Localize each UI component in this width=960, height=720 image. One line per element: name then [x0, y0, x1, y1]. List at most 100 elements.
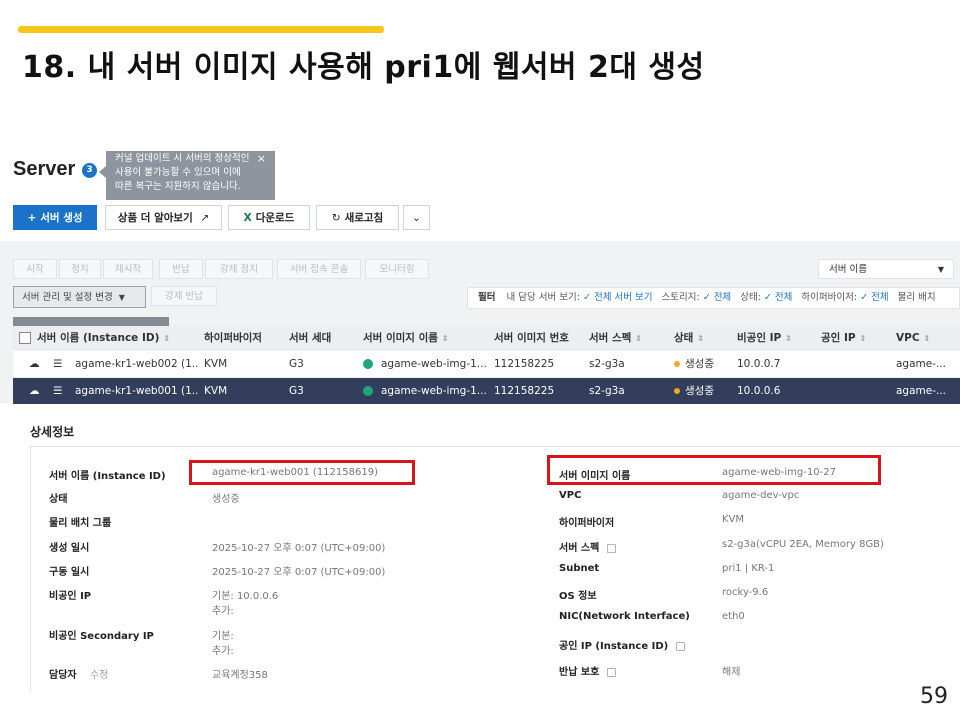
public-ip [821, 378, 891, 404]
server-icon: ☰ [53, 385, 63, 397]
status-badge: 생성중 [674, 351, 734, 377]
vpc-value: agame-dev-vpc [722, 490, 800, 501]
status-value: 생성중 [212, 494, 240, 505]
console-access-button[interactable]: 서버 접속 콘솔 [277, 259, 361, 279]
server-name[interactable]: agame-kr1-web002 (1... [75, 351, 199, 377]
return-button[interactable]: 반납 [159, 259, 203, 279]
os-info-value: rocky-9.6 [722, 587, 769, 598]
created-at-label: 생성 일시 [49, 543, 90, 554]
spec: s2-g3a [589, 385, 625, 397]
private-ip-label: 비공인 IP [49, 591, 92, 602]
sort-icon: ⇕ [923, 334, 931, 343]
filter-status-value[interactable]: 전체 [775, 292, 792, 303]
server-icon: ☰ [53, 358, 63, 370]
image-no: 112158225 [494, 385, 555, 397]
column-header-generation[interactable]: 서버 세대 [289, 326, 359, 350]
column-header-vpc[interactable]: VPC ⇕ [896, 326, 956, 350]
manage-settings-dropdown[interactable]: 서버 관리 및 설정 변경 ▼ [13, 286, 146, 308]
copy-icon[interactable] [676, 641, 686, 651]
filter-hypervisor-value[interactable]: 전체 [871, 292, 888, 303]
title-accent-bar [18, 26, 384, 33]
monitoring-button[interactable]: 모니터링 [365, 259, 429, 279]
return-protection-label: 반납 보호 [559, 663, 617, 678]
search-field-select[interactable]: 서버 이름 ▼ [818, 259, 954, 279]
caret-down-icon: ▼ [118, 293, 125, 302]
secondary-ip-basic: 기본: [212, 631, 234, 642]
filter-my-servers-value[interactable]: 전체 서버 보기 [594, 292, 652, 303]
column-header-spec[interactable]: 서버 스펙 ⇕ [589, 326, 669, 350]
private-ip: 10.0.0.6 [737, 385, 781, 397]
table-row[interactable]: ☁ ☰ agame-kr1-web002 (1... KVM G3 agame-… [13, 351, 960, 378]
column-header-image-name[interactable]: 서버 이미지 이름 ⇕ [363, 326, 491, 350]
filter-bar[interactable]: 필터 내 담당 서버 보기: ✓ 전체 서버 보기 스토리지: ✓ 전체 상태:… [467, 287, 960, 309]
vpc-label: VPC [559, 490, 582, 501]
nic-value: eth0 [722, 611, 745, 622]
tooltip-arrow [99, 166, 106, 178]
owner-edit-link[interactable]: 수정 [90, 666, 108, 681]
public-ip [821, 351, 891, 377]
table-row-selected[interactable]: ☁ ☰ agame-kr1-web001 (1... KVM G3 agame-… [13, 378, 960, 404]
hypervisor: KVM [204, 385, 228, 397]
server-spec-value: s2-g3a(vCPU 2EA, Memory 8GB) [722, 539, 884, 550]
filter-label: 필터 [478, 292, 496, 303]
column-header-public-ip[interactable]: 공인 IP ⇕ [821, 326, 891, 350]
hypervisor-value: KVM [722, 514, 745, 525]
image-name: agame-web-img-1... [363, 351, 491, 377]
select-all-checkbox[interactable] [19, 332, 31, 344]
status-dot-icon [674, 388, 680, 394]
column-header-private-ip[interactable]: 비공인 IP ⇕ [737, 326, 817, 350]
refresh-button[interactable]: ↻ 새로고침 [316, 205, 399, 230]
plus-icon: + [27, 212, 37, 224]
learn-more-products-button[interactable]: 상품 더 알아보기 ↗ [105, 205, 222, 230]
generation: G3 [289, 385, 304, 397]
force-stop-button[interactable]: 강제 정지 [205, 259, 273, 279]
force-return-button[interactable]: 강제 반납 [151, 286, 217, 306]
restart-button[interactable]: 재시작 [103, 259, 153, 279]
close-icon[interactable]: × [257, 152, 266, 166]
hypervisor-label: 하이퍼바이저 [559, 518, 615, 529]
secondary-ip-extra: 추가: [212, 646, 234, 657]
start-button[interactable]: 시작 [13, 259, 57, 279]
download-button[interactable]: X 다운로드 [228, 205, 310, 230]
stop-button[interactable]: 정지 [59, 259, 101, 279]
subnet-value: pri1 | KR-1 [722, 563, 775, 574]
vpc: agame-... [896, 358, 947, 370]
image-name: agame-web-img-1... [363, 378, 491, 404]
filter-hypervisor-label: 하이퍼바이저: [801, 292, 858, 303]
column-header-status[interactable]: 상태 ⇕ [674, 326, 734, 350]
image-icon [363, 386, 373, 396]
filter-storage-value[interactable]: 전체 [714, 292, 731, 303]
filter-status-label: 상태: [740, 292, 761, 303]
column-header-image-no[interactable]: 서버 이미지 번호 [494, 326, 586, 350]
status-badge: 생성중 [674, 378, 734, 404]
table-header: 서버 이름 (Instance ID) ⇕ 하이퍼바이저 서버 세대 서버 이미지… [13, 326, 960, 350]
running-at-value: 2025-10-27 오후 0:07 (UTC+09:00) [212, 567, 386, 578]
server-name[interactable]: agame-kr1-web001 (1... [75, 378, 199, 404]
column-header-hypervisor[interactable]: 하이퍼바이저 [204, 326, 284, 350]
created-at-value: 2025-10-27 오후 0:07 (UTC+09:00) [212, 543, 386, 554]
running-at-label: 구동 일시 [49, 567, 90, 578]
spec: s2-g3a [589, 358, 625, 370]
server-name-label: 서버 이름 (Instance ID) [49, 471, 166, 482]
copy-icon[interactable] [607, 543, 617, 553]
tooltip-line: 따른 복구는 지원하지 않습니다. [115, 181, 241, 192]
private-ip-basic: 기본: 10.0.0.6 [212, 591, 279, 602]
sort-icon: ⇕ [859, 334, 867, 343]
highlight-server-image-box [547, 455, 881, 485]
copy-icon[interactable] [607, 667, 617, 677]
create-server-button[interactable]: + 서버 생성 [13, 205, 97, 230]
owner-value: 교육계정358 [212, 670, 268, 681]
detail-section-title: 상세정보 [30, 425, 75, 439]
private-ip-extra: 추가: [212, 606, 234, 617]
kernel-notice-tooltip: 커널 업데이트 시 서버의 정상적인 사용이 불가능할 수 있으며 이에 따른 … [106, 151, 275, 200]
chevron-down-icon: ⌄ [412, 212, 421, 224]
check-icon: ✓ [583, 292, 594, 303]
return-protection-value: 해제 [722, 667, 741, 678]
column-header-name[interactable]: 서버 이름 (Instance ID) ⇕ [19, 326, 199, 350]
os-info-label: OS 정보 [559, 591, 597, 602]
filter-storage-label: 스토리지: [661, 292, 700, 303]
more-dropdown-button[interactable]: ⌄ [403, 205, 430, 230]
check-icon: ✓ [702, 292, 714, 303]
placement-group-label: 물리 배치 그룹 [49, 518, 112, 529]
server-spec-label: 서버 스펙 [559, 539, 617, 554]
